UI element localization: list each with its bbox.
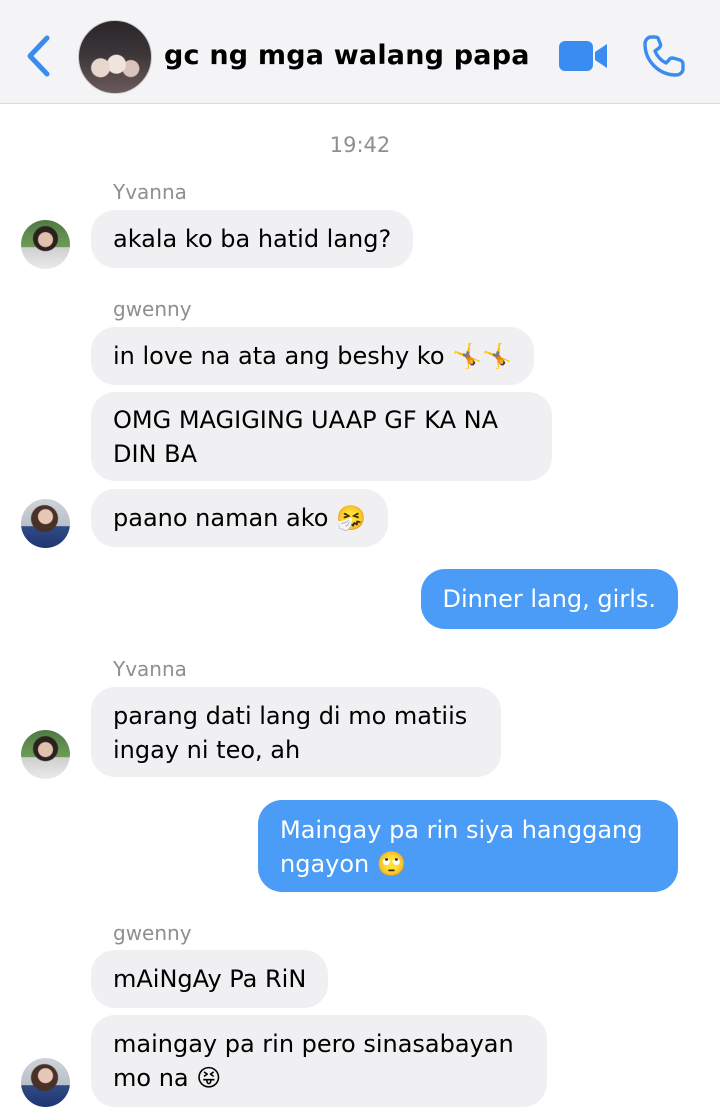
timestamp: 19:42 — [329, 133, 391, 157]
chat-title[interactable]: gc ng mga walang papa — [164, 40, 530, 71]
message-bubble[interactable]: in love na ata ang beshy ko 🤸🤸 — [91, 327, 534, 385]
phone-call-icon[interactable] — [642, 34, 686, 78]
avatar-gwenny[interactable] — [21, 1058, 70, 1107]
avatar-yvanna[interactable] — [21, 730, 70, 779]
message-bubble-outgoing[interactable]: Dinner lang, girls. — [420, 569, 678, 629]
back-chevron-icon[interactable] — [22, 34, 56, 78]
message-bubble[interactable]: mAiNgAy Pa RiN — [91, 950, 329, 1008]
message-bubble[interactable]: OMG MAGIGING UAAP GF KA NA DIN BA — [91, 392, 552, 481]
message-bubble[interactable]: akala ko ba hatid lang? — [91, 210, 414, 268]
avatar-gwenny[interactable] — [21, 499, 70, 548]
sender-name: Yvanna — [113, 180, 187, 204]
sender-name: gwenny — [113, 297, 192, 321]
avatar-yvanna[interactable] — [21, 220, 70, 269]
message-bubble-outgoing[interactable]: Maingay pa rin siya hanggang ngayon 🙄 — [258, 800, 678, 892]
sender-name: gwenny — [113, 921, 192, 945]
message-bubble[interactable]: maingay pa rin pero sinasabayan mo na 😝 — [91, 1015, 547, 1107]
sender-name: Yvanna — [113, 657, 187, 681]
chat-header: gc ng mga walang papa — [0, 0, 720, 104]
group-avatar[interactable] — [78, 20, 152, 94]
video-call-icon[interactable] — [558, 38, 608, 74]
message-bubble[interactable]: parang dati lang di mo matiis ingay ni t… — [91, 687, 501, 777]
message-bubble[interactable]: paano naman ako 🤧 — [91, 489, 388, 547]
